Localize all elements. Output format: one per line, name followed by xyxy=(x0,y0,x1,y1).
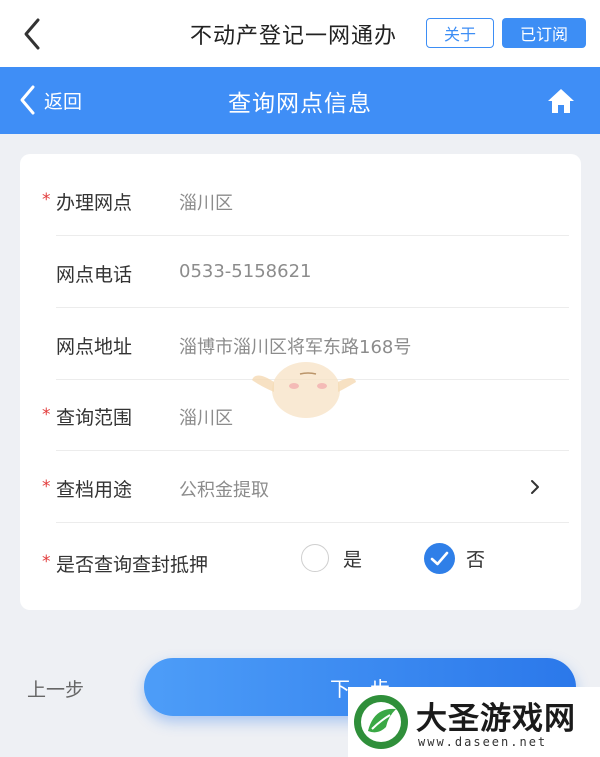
page-title: 查询网点信息 xyxy=(228,91,372,117)
purpose-label: 查档用途 xyxy=(56,479,133,501)
page-nav-bar: 返回 查询网点信息 xyxy=(0,67,600,134)
chevron-right-icon[interactable] xyxy=(525,475,545,499)
subscribed-button[interactable]: 已订阅 xyxy=(502,18,586,48)
office-label: 办理网点 xyxy=(56,192,133,214)
required-mark: * xyxy=(42,477,51,497)
app-title: 不动产登记一网通办 xyxy=(190,24,398,49)
form-row-phone: 网点电话 0533-5158621 xyxy=(20,236,581,308)
phone-value: 0533-5158621 xyxy=(179,261,312,282)
purpose-value: 公积金提取 xyxy=(179,480,269,501)
form-row-office[interactable]: * 办理网点 淄川区 xyxy=(20,164,581,236)
about-button[interactable]: 关于 xyxy=(426,18,494,48)
mascot-watermark-image xyxy=(246,352,358,422)
radio-no-checked[interactable] xyxy=(424,543,455,574)
radio-yes-label[interactable]: 是 xyxy=(343,545,362,572)
radio-yes[interactable] xyxy=(301,544,329,572)
form-row-purpose[interactable]: * 查档用途 公积金提取 xyxy=(20,451,581,523)
check-icon xyxy=(430,551,449,566)
back-arrow-icon[interactable] xyxy=(16,14,52,54)
phone-label: 网点电话 xyxy=(56,264,133,286)
required-mark: * xyxy=(42,190,51,210)
prev-step-button[interactable]: 上一步 xyxy=(27,675,84,702)
divider xyxy=(56,522,569,523)
required-mark: * xyxy=(42,552,51,572)
seizure-query-label: 是否查询查封抵押 xyxy=(56,554,209,576)
scope-value: 淄川区 xyxy=(179,408,233,429)
office-value: 淄川区 xyxy=(179,193,233,214)
site-watermark-url: www.daseen.net xyxy=(418,735,548,749)
site-watermark: 大圣游戏网 www.daseen.net xyxy=(348,687,600,757)
site-logo-icon xyxy=(352,693,410,751)
required-mark: * xyxy=(42,405,51,425)
address-label: 网点地址 xyxy=(56,336,133,358)
scope-label: 查询范围 xyxy=(56,407,133,429)
home-icon[interactable] xyxy=(546,86,576,116)
radio-no-label[interactable]: 否 xyxy=(466,545,485,572)
site-watermark-title: 大圣游戏网 xyxy=(416,701,576,737)
form-row-seizure-query: * 是否查询查封抵押 是 否 xyxy=(20,524,581,596)
app-top-bar: 不动产登记一网通办 关于 已订阅 xyxy=(0,0,600,67)
